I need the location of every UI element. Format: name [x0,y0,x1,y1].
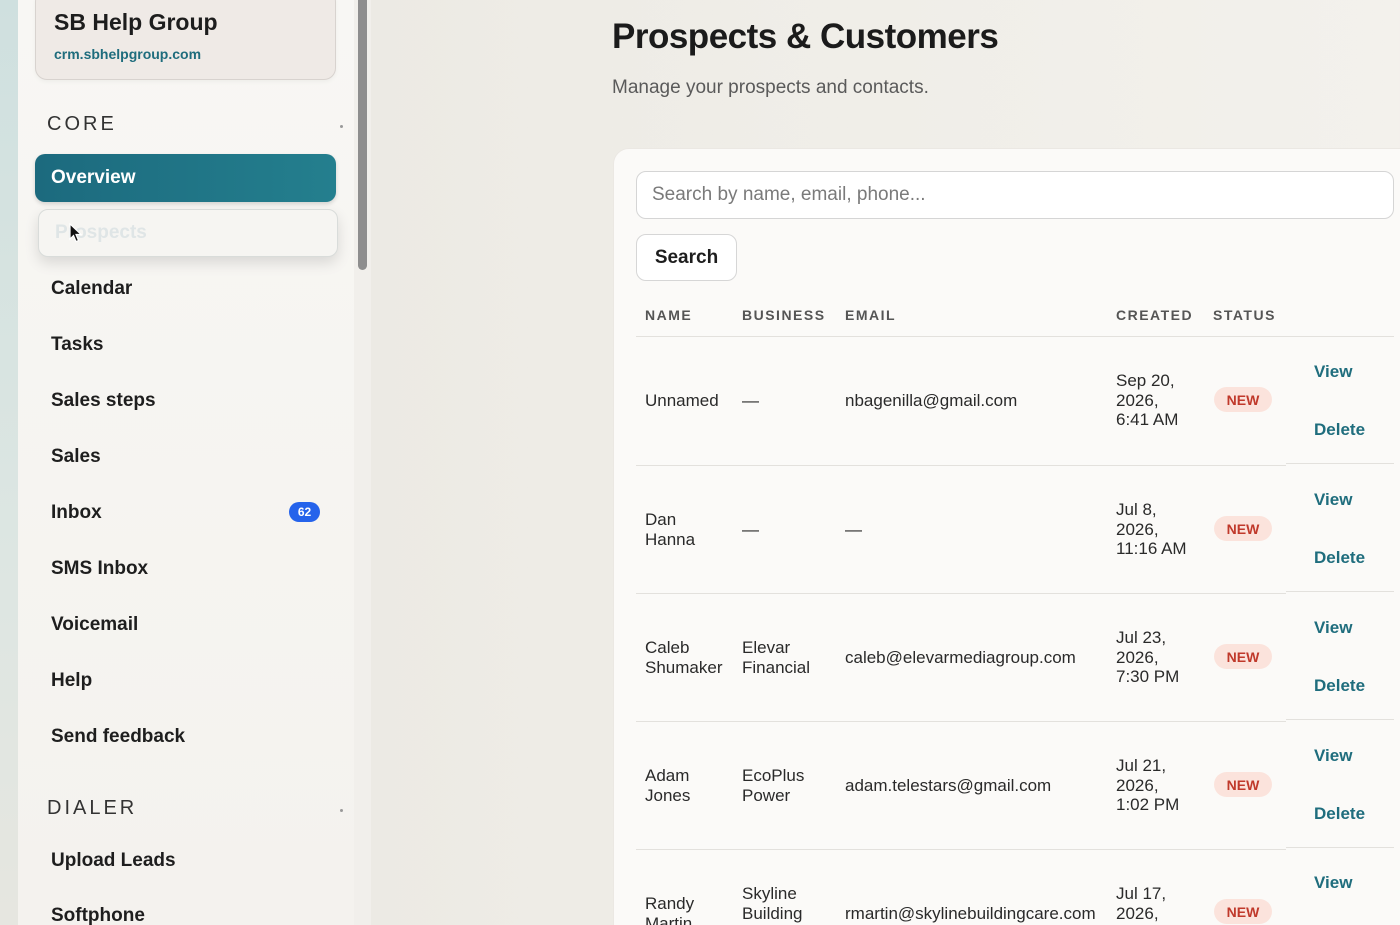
search-input[interactable] [636,171,1394,219]
cell-name: Dan Hanna [645,510,696,549]
status-badge: NEW [1214,387,1272,412]
sidebar-item-prospects[interactable]: Prospects [38,209,338,257]
sidebar-item-voicemail[interactable]: Voicemail [35,601,336,649]
column-header-name: NAME [645,307,693,323]
sidebar-item-label: Overview [51,167,136,188]
window-edge [0,0,18,925]
cell-business: — [742,520,759,539]
cell-email: caleb@elevarmediagroup.com [845,648,1076,667]
cell-email: nbagenilla@gmail.com [845,391,1018,410]
sidebar-item-label: Calendar [51,278,133,299]
sidebar-item-sales-steps[interactable]: Sales steps [35,377,336,425]
sidebar-item-label: Upload Leads [51,850,176,871]
section-collapse-dot-core[interactable] [340,125,343,128]
row-divider [1286,463,1394,464]
org-card[interactable]: SB Help Group crm.sbhelpgroup.com [35,0,336,80]
sidebar-item-label: Help [51,670,93,691]
sidebar-item-send-feedback[interactable]: Send feedback [35,713,336,761]
cell-business: EcoPlus Power [742,766,805,805]
cell-name: Randy Martin [645,894,695,925]
sidebar-scrollbar-thumb[interactable] [358,0,367,270]
view-link[interactable]: View [1314,873,1352,893]
page-title: Prospects & Customers [612,17,999,56]
sidebar-item-tasks[interactable]: Tasks [35,321,336,369]
sidebar-item-inbox[interactable]: Inbox 62 [35,489,336,537]
inbox-count-badge: 62 [289,502,320,522]
org-name: SB Help Group [54,9,218,35]
cell-email: adam.telestars@gmail.com [845,776,1052,795]
sidebar-item-label: Send feedback [51,726,186,747]
row-divider [1286,719,1394,720]
row-divider [636,593,1286,594]
row-divider [636,721,1286,722]
sidebar-item-softphone[interactable]: Softphone [35,892,336,925]
sidebar-item-label: Sales steps [51,390,156,411]
status-badge: NEW [1214,644,1272,669]
cell-business: — [742,391,759,410]
cell-created: Jul 21, 2026, 1:02 PM [1116,756,1180,814]
column-header-business: BUSINESS [742,307,826,323]
org-url: crm.sbhelpgroup.com [54,46,202,62]
column-header-status: STATUS [1213,307,1276,323]
table-header-divider [636,336,1394,337]
row-divider [1286,847,1394,848]
mouse-cursor-icon [69,223,83,243]
sidebar-item-label: Softphone [51,905,145,925]
cell-name: Unnamed [645,391,719,410]
row-divider [636,465,1286,466]
section-label-core: CORE [47,113,117,135]
delete-link[interactable]: Delete [1314,804,1365,824]
sidebar-item-label: Sales [51,446,101,467]
status-badge: NEW [1214,899,1272,924]
cell-business: Elevar Financial [742,638,811,677]
section-collapse-dot-dialer[interactable] [340,809,343,812]
sidebar-item-label: Tasks [51,334,104,355]
status-badge: NEW [1214,516,1272,541]
section-label-dialer: DIALER [47,797,138,819]
sidebar-item-label: Inbox [51,502,102,523]
cell-created: Sep 20, 2026, 6:41 AM [1116,371,1179,429]
column-header-email: EMAIL [845,307,897,323]
delete-link[interactable]: Delete [1314,548,1365,568]
view-link[interactable]: View [1314,490,1352,510]
status-badge: NEW [1214,772,1272,797]
sidebar-item-sales[interactable]: Sales [35,433,336,481]
cell-created: Jul 8, 2026, 11:16 AM [1116,500,1187,558]
row-divider [636,849,1286,850]
cell-email: — [845,520,862,539]
sidebar-item-calendar[interactable]: Calendar [35,265,336,313]
cell-created: Jul 23, 2026, 7:30 PM [1116,628,1180,686]
sidebar-item-overview[interactable]: Overview [35,154,336,202]
sidebar-item-sms-inbox[interactable]: SMS Inbox [35,545,336,593]
delete-link[interactable]: Delete [1314,420,1365,440]
sidebar-item-upload-leads[interactable]: Upload Leads [35,837,336,885]
row-divider [1286,591,1394,592]
sidebar: SB Help Group crm.sbhelpgroup.com CORE O… [18,0,354,925]
sidebar-item-help[interactable]: Help [35,657,336,705]
view-link[interactable]: View [1314,746,1352,766]
cell-email: rmartin@skylinebuildingcare.com [845,904,1096,923]
cell-name: Adam Jones [645,766,691,805]
cell-business: Skyline Building [742,884,803,923]
sidebar-item-label: Voicemail [51,614,139,635]
view-link[interactable]: View [1314,362,1352,382]
sidebar-item-label: SMS Inbox [51,558,149,579]
search-button[interactable]: Search [636,234,737,281]
column-header-created: CREATED [1116,307,1194,323]
cell-created: Jul 17, 2026, [1116,884,1167,923]
page-subtitle: Manage your prospects and contacts. [612,77,929,98]
cell-name: Caleb Shumaker [645,638,723,677]
view-link[interactable]: View [1314,618,1352,638]
delete-link[interactable]: Delete [1314,676,1365,696]
